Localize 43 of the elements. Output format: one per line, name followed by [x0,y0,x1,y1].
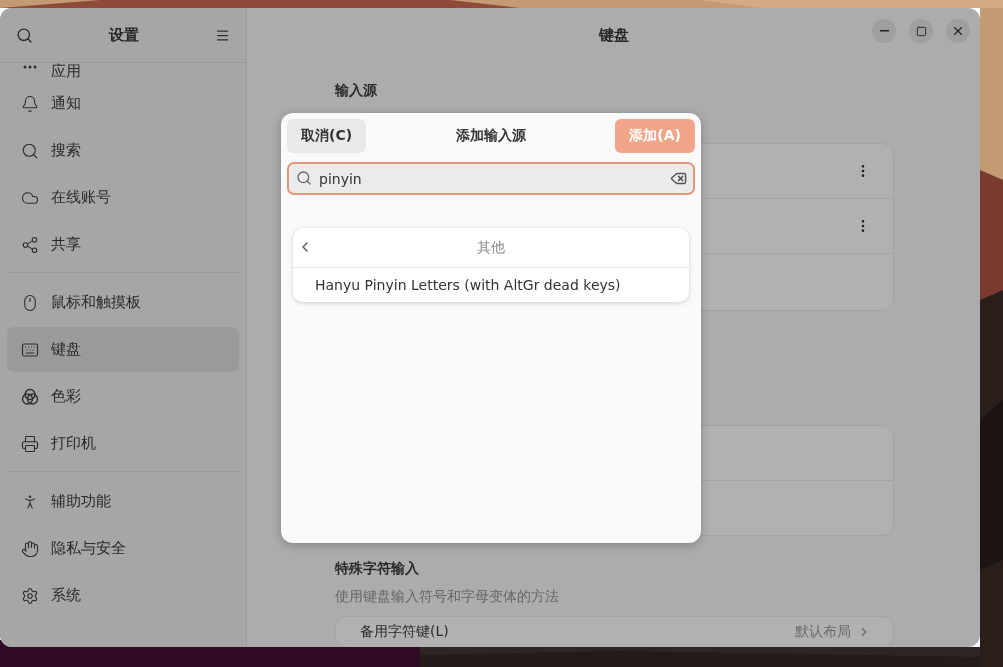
group-title: 其他 [477,238,505,257]
share-icon [21,235,39,254]
page-title: 键盘 [598,25,629,45]
color-circles-icon [21,387,39,406]
minimize-icon [879,30,889,32]
section-heading: 特殊字符输入 [335,560,420,578]
sidebar-item[interactable]: 在线账号 [7,175,239,220]
sidebar-item[interactable]: 隐私与安全 [7,526,239,571]
bell-icon [21,94,39,113]
maximize-button[interactable] [909,19,933,43]
clear-icon[interactable] [670,170,687,187]
sidebar-item[interactable]: 打印机 [7,421,239,466]
more-icon [23,65,37,69]
section-heading: 输入源 [335,82,378,100]
sidebar-item[interactable]: 共享 [7,222,239,267]
keyboard-icon [21,340,39,359]
menu-icon[interactable] [215,27,230,43]
sidebar-item[interactable]: 系统 [7,573,239,618]
settings-row[interactable]: 备用字符键(L) 默认布局 [336,617,893,647]
sidebar-title: 设置 [109,25,139,45]
section-description: 使用键盘输入符号和字母变体的方法 [335,588,560,606]
printer-icon [21,434,39,453]
close-button[interactable] [946,19,970,43]
maximize-icon [915,25,927,37]
close-icon [951,24,965,38]
minimize-button[interactable] [872,19,896,43]
sidebar-item[interactable]: 搜索 [7,128,239,173]
sidebar-item[interactable]: 应用 [7,63,239,79]
hand-icon [21,539,39,558]
sidebar-item[interactable]: 键盘 [7,327,239,372]
mouse-icon [21,293,39,312]
sidebar-item[interactable]: 色彩 [7,374,239,419]
search-field[interactable]: pinyin [287,162,695,195]
cancel-button[interactable]: 取消(C) [287,119,367,153]
sidebar-item[interactable]: 鼠标和触摸板 [7,280,239,325]
search-icon [21,141,39,160]
search-icon[interactable] [16,26,33,44]
list-item[interactable]: Hanyu Pinyin Letters (with AltGr dead keys) [293,268,689,302]
dialog-title: 添加输入源 [455,127,526,145]
settings-icon [21,586,39,605]
sidebar-item[interactable]: 辅助功能 [7,479,239,524]
search-icon [296,170,312,186]
sidebar-item[interactable]: 通知 [7,81,239,126]
